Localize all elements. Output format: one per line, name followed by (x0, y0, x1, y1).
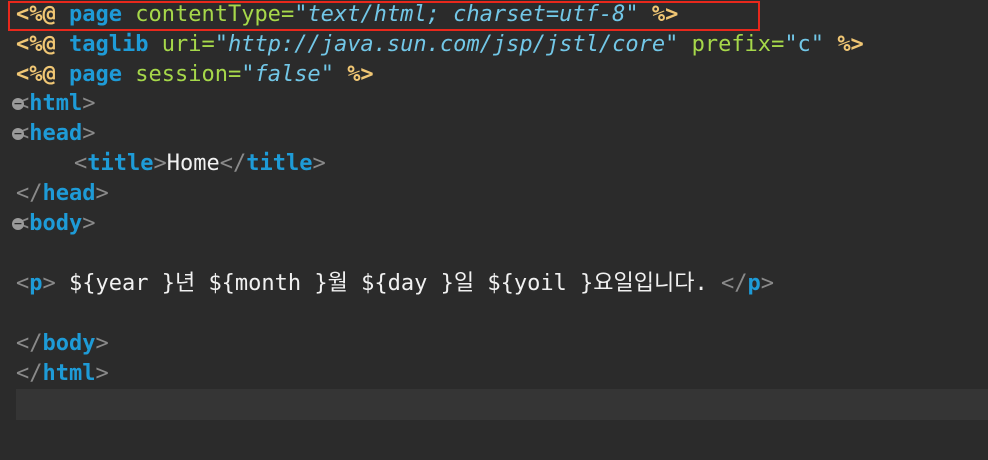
current-line-highlight (16, 389, 988, 420)
code-line-12[interactable]: </body> (16, 329, 109, 359)
tag-bracket: > (42, 271, 56, 296)
tag-name: title (87, 151, 154, 176)
code-line-7[interactable]: </head> (16, 179, 109, 209)
directive-close: %> (347, 62, 374, 87)
equals-sign: = (227, 62, 242, 87)
attribute-value: "c" (784, 32, 825, 57)
code-line-3[interactable]: <%@ page session="false" %> (16, 60, 374, 90)
quote: " (214, 32, 228, 57)
directive-keyword: page (69, 2, 122, 27)
directive-keyword: page (69, 62, 122, 87)
tag-bracket: < (74, 151, 88, 176)
code-editor[interactable]: <%@ page contentType="text/html; charset… (0, 0, 988, 460)
tag-name: head (42, 181, 96, 206)
tag-name: body (29, 211, 83, 236)
quote: " (665, 32, 679, 57)
code-line-2[interactable]: <%@ taglib uri="http://java.sun.com/jsp/… (16, 30, 864, 60)
tag-bracket: </ (16, 331, 43, 356)
attribute-name: contentType (135, 2, 281, 27)
paragraph-text: ${year }년 ${month }월 ${day }일 ${yoil }요일… (55, 271, 721, 296)
tag-name: html (42, 361, 96, 386)
directive-close: %> (837, 32, 864, 57)
tag-name: title (246, 151, 313, 176)
directive-open: <%@ (16, 62, 56, 87)
tag-bracket: > (82, 91, 96, 116)
tag-bracket: </ (16, 361, 43, 386)
code-line-5[interactable]: −<head> (12, 119, 96, 149)
tag-bracket: </ (219, 151, 247, 176)
code-line-13[interactable]: </html> (16, 359, 109, 389)
tag-bracket: </ (721, 271, 748, 296)
quote: " (294, 2, 308, 27)
tag-bracket: </ (16, 181, 43, 206)
tag-bracket: > (760, 271, 774, 296)
quote: " (625, 2, 639, 27)
tag-name: head (29, 121, 83, 146)
equals-sign: = (771, 32, 785, 57)
code-line-4[interactable]: −<html> (12, 89, 96, 119)
quote: " (320, 62, 334, 87)
tag-name: p (29, 271, 43, 296)
tag-bracket: > (95, 181, 109, 206)
tag-bracket: > (95, 331, 109, 356)
quote: " (241, 62, 255, 87)
attribute-name: session (135, 62, 228, 87)
equals-sign: = (201, 32, 215, 57)
tag-bracket: > (82, 121, 96, 146)
attribute-value: http://java.sun.com/jsp/jstl/core (227, 32, 666, 57)
code-line-1[interactable]: <%@ page contentType="text/html; charset… (16, 0, 678, 30)
tag-name: body (42, 331, 96, 356)
fold-toggle-icon[interactable]: − (12, 128, 24, 140)
tag-bracket: > (153, 151, 167, 176)
directive-open: <%@ (16, 2, 56, 27)
attribute-name: prefix (691, 32, 772, 57)
tag-name: p (747, 271, 761, 296)
attribute-value: false (254, 62, 321, 87)
tag-bracket: > (95, 361, 109, 386)
tag-bracket: < (16, 271, 30, 296)
code-line-10[interactable]: <p> ${year }년 ${month }월 ${day }일 ${yoil… (16, 269, 774, 299)
title-text: Home (166, 151, 220, 176)
fold-toggle-icon[interactable]: − (12, 218, 24, 230)
tag-name: html (29, 91, 83, 116)
directive-open: <%@ (16, 32, 56, 57)
code-line-6[interactable]: <title>Home</title> (74, 149, 326, 179)
tag-bracket: > (312, 151, 326, 176)
equals-sign: = (280, 2, 295, 27)
directive-close: %> (651, 2, 679, 27)
code-line-8[interactable]: −<body> (12, 209, 96, 239)
directive-keyword: taglib (69, 32, 149, 57)
tag-bracket: > (82, 211, 96, 236)
attribute-name: uri (161, 32, 202, 57)
fold-toggle-icon[interactable]: − (12, 98, 24, 110)
attribute-value: text/html; charset=utf-8 (307, 2, 626, 27)
